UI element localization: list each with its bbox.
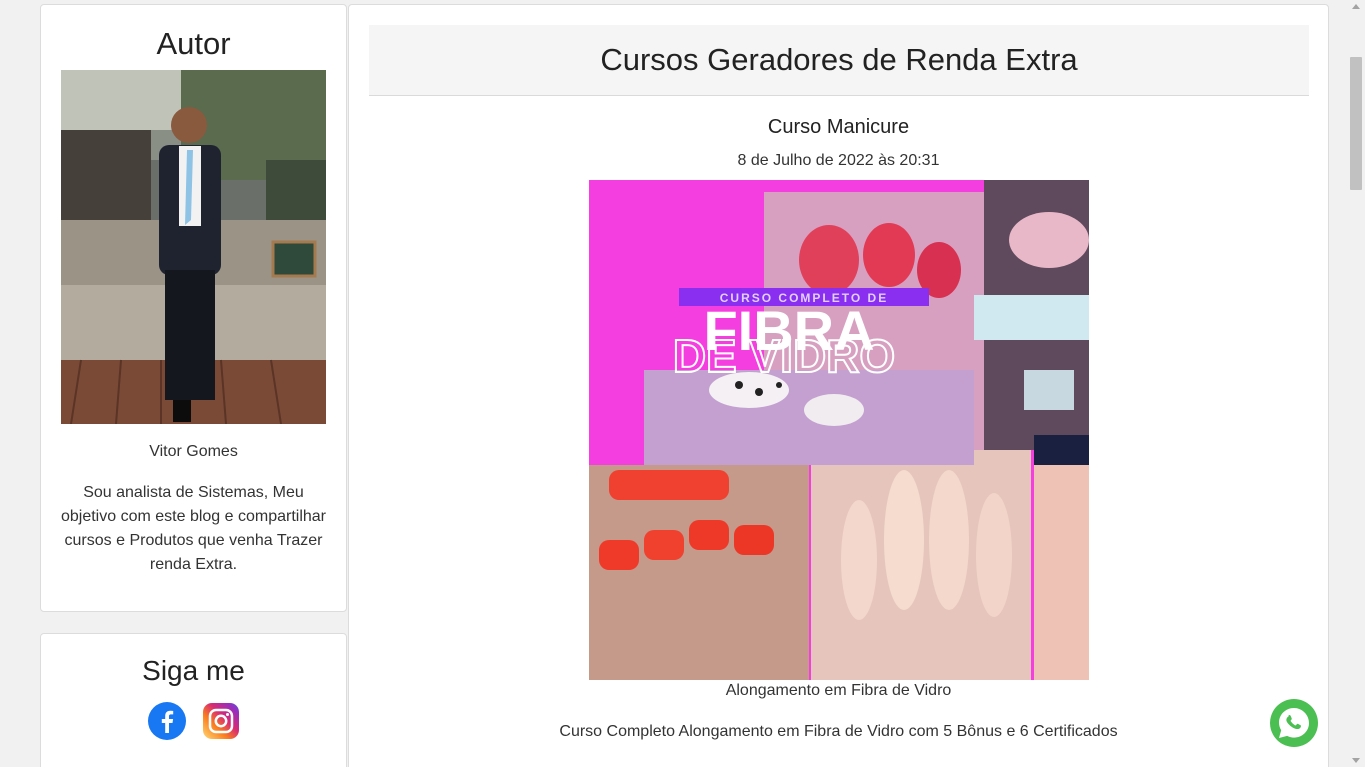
- social-links: [41, 702, 346, 740]
- follow-card: Siga me: [40, 633, 347, 767]
- scroll-up-icon[interactable]: [1352, 4, 1360, 9]
- author-card: Autor Vitor Gomes Sou analista de Sistem…: [40, 4, 347, 612]
- scrollbar[interactable]: [1348, 0, 1365, 767]
- author-name: Vitor Gomes: [149, 443, 238, 460]
- image-text-line2: DE VIDRO: [672, 330, 894, 382]
- scroll-thumb[interactable]: [1350, 57, 1362, 190]
- author-bio: Sou analista de Sistemas, Meu objetivo c…: [60, 484, 327, 573]
- scroll-down-icon[interactable]: [1352, 758, 1360, 763]
- image-caption: Alongamento em Fibra de Vidro: [725, 682, 952, 699]
- follow-heading: Siga me: [142, 655, 245, 686]
- author-photo: [61, 70, 326, 424]
- instagram-icon[interactable]: [202, 702, 240, 740]
- post-title[interactable]: Curso Manicure: [349, 113, 1328, 141]
- post-image[interactable]: CURSO COMPLETO DE FIBRA DE VIDRO: [588, 180, 1089, 680]
- page-title: Cursos Geradores de Renda Extra: [600, 42, 1078, 77]
- author-heading: Autor: [156, 26, 231, 61]
- post: Curso Manicure 8 de Julho de 2022 às 20:…: [349, 113, 1328, 743]
- facebook-icon[interactable]: [147, 702, 186, 740]
- page-header: Cursos Geradores de Renda Extra: [369, 25, 1309, 96]
- whatsapp-button[interactable]: [1268, 697, 1320, 749]
- post-date: 8 de Julho de 2022 às 20:31: [737, 152, 940, 169]
- main-card: Cursos Geradores de Renda Extra Curso Ma…: [348, 4, 1329, 767]
- post-description: Curso Completo Alongamento em Fibra de V…: [559, 723, 1118, 740]
